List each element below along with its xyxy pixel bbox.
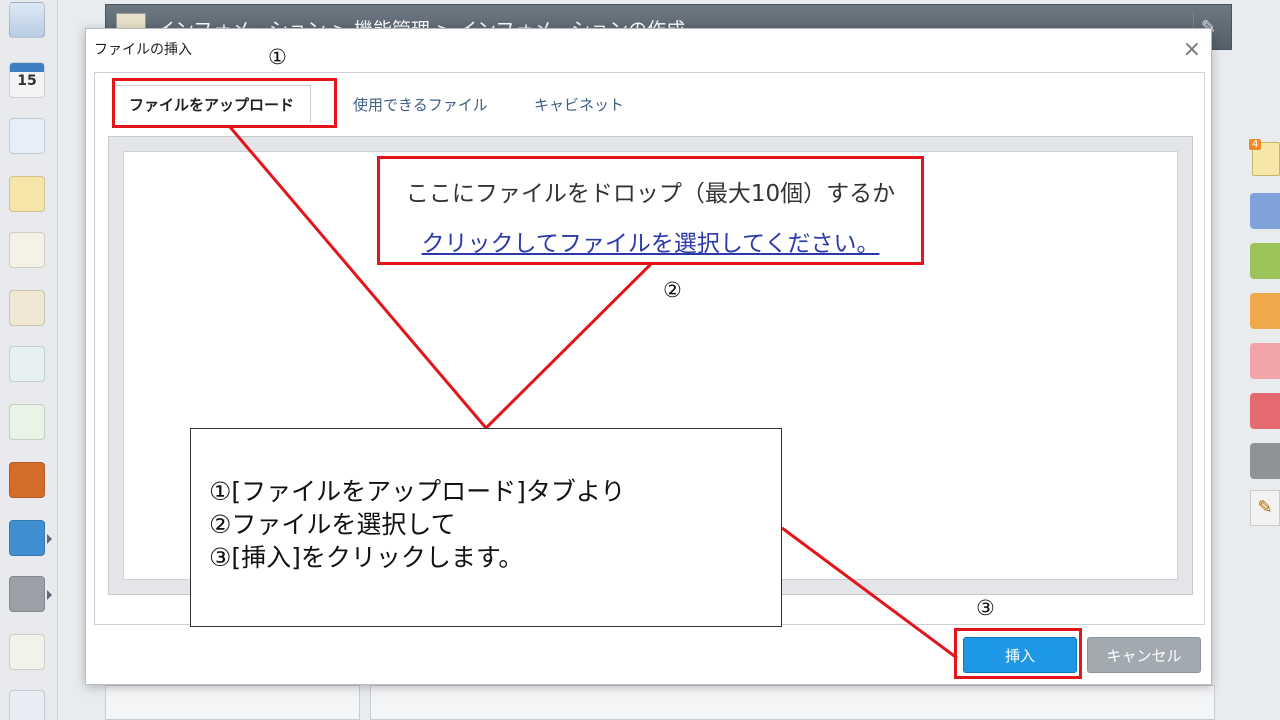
highlight-insert-button [954, 628, 1082, 679]
callout-line-1: ①[ファイルをアップロード]タブより [209, 477, 626, 506]
callout-line-2: ②ファイルを選択して [209, 510, 456, 539]
highlight-upload-tab [112, 78, 337, 128]
callout-line-3: ③[挿入]をクリックします。 [209, 543, 524, 572]
step-marker-2: ② [663, 278, 682, 302]
step-marker-3: ③ [976, 596, 995, 620]
annotation-line-3 [781, 526, 958, 660]
instruction-callout: ①[ファイルをアップロード]タブより ②ファイルを選択して ③[挿入]をクリック… [190, 428, 782, 627]
highlight-select-file [377, 156, 924, 265]
step-marker-1: ① [268, 45, 287, 69]
annotation-line-2 [484, 261, 654, 430]
